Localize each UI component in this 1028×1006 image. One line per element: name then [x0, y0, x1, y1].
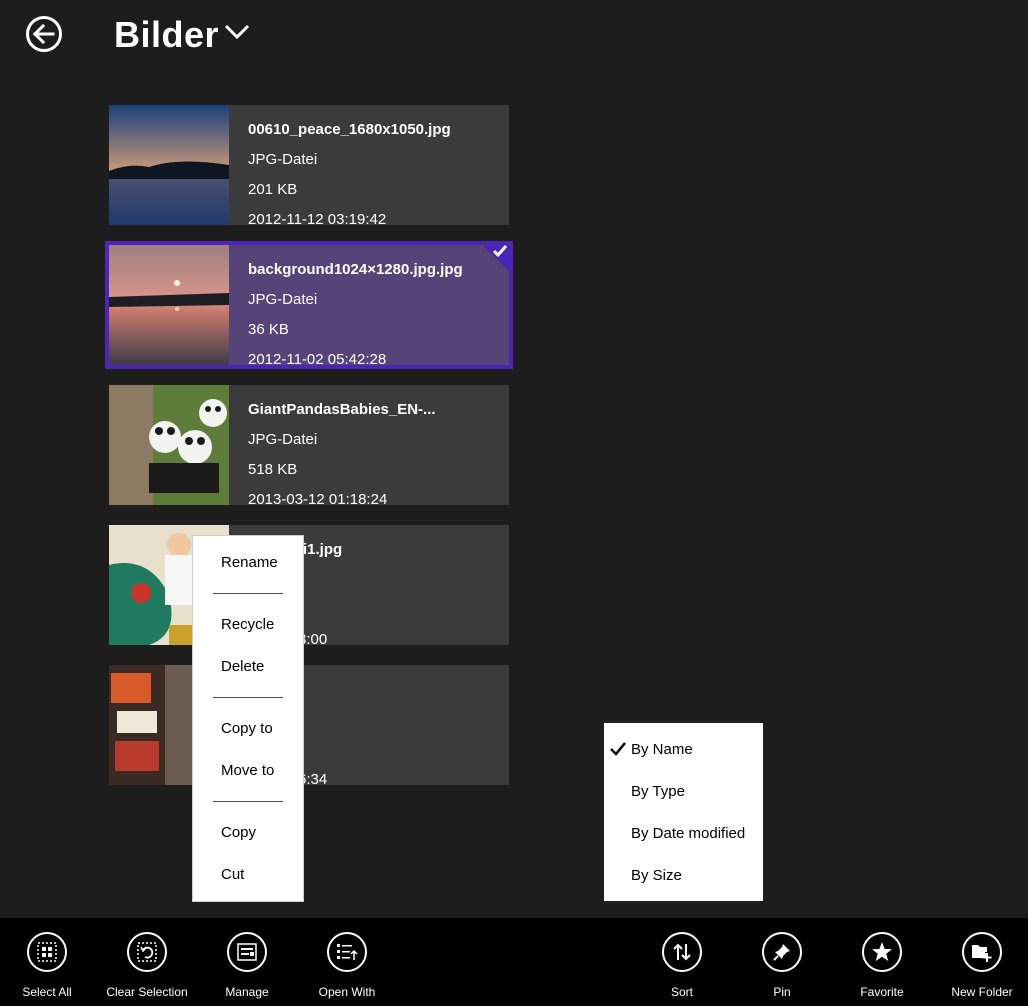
select-all-icon — [37, 942, 57, 962]
file-type: JPG-Datei — [248, 151, 318, 168]
file-size: 36 KB — [248, 321, 289, 338]
checkmark-icon — [610, 742, 626, 756]
page-title: Bilder — [114, 14, 220, 55]
recycle-menu-item[interactable]: Recycle — [221, 616, 274, 633]
file-item[interactable]: ei 17 03:06:34 — [109, 665, 509, 788]
file-date: 2012-11-12 03:19:42 — [248, 211, 387, 228]
file-item[interactable]: GiantPandasBabies_EN-... JPG-Datei 518 K… — [109, 385, 509, 508]
sort-by-size-item[interactable]: By Size — [631, 867, 682, 884]
manage-button[interactable]: Manage — [197, 932, 297, 999]
open-with-button[interactable]: Open With — [297, 932, 397, 999]
cut-menu-item[interactable]: Cut — [221, 866, 244, 883]
select-all-label: Select All — [22, 985, 72, 999]
clear-selection-button[interactable]: Clear Selection — [97, 932, 197, 999]
thumbnail-image — [109, 245, 229, 365]
clear-selection-label: Clear Selection — [106, 985, 188, 999]
file-item[interactable]: 00610_peace_1680x1050.jpg JPG-Datei 201 … — [109, 105, 509, 228]
sort-icon — [673, 943, 691, 961]
sort-label: Sort — [670, 985, 693, 999]
arrow-left-icon — [33, 24, 55, 44]
undo-icon — [137, 942, 157, 962]
new-folder-label: New Folder — [951, 985, 1013, 999]
file-type: JPG-Datei — [248, 431, 318, 448]
pin-button[interactable]: Pin — [732, 932, 832, 999]
star-icon — [872, 942, 892, 961]
thumbnail-image — [109, 385, 229, 505]
move-to-menu-item[interactable]: Move to — [221, 762, 274, 779]
checkmark-icon — [492, 245, 508, 258]
new-folder-button[interactable]: New Folder — [932, 932, 1028, 999]
file-size: 518 KB — [248, 461, 298, 478]
file-item-selected[interactable]: background1024×1280.jpg.jpg JPG-Datei 36… — [105, 241, 513, 369]
back-button[interactable] — [26, 16, 62, 52]
file-name: 00610_peace_1680x1050.jpg — [248, 121, 451, 138]
context-menu: Rename Recycle Delete Copy to Move to Co… — [193, 536, 303, 901]
copy-menu-item[interactable]: Copy — [221, 824, 256, 841]
sort-by-date-item[interactable]: By Date modified — [631, 825, 745, 842]
file-name: GiantPandasBabies_EN-... — [248, 401, 436, 418]
pin-icon — [773, 944, 790, 961]
favorite-button[interactable]: Favorite — [832, 932, 932, 999]
file-date: 2013-03-12 01:18:24 — [248, 491, 388, 508]
open-with-label: Open With — [318, 985, 376, 999]
chevron-down-icon[interactable] — [224, 24, 250, 45]
file-date: 2012-11-02 05:42:28 — [248, 351, 387, 368]
open-with-icon — [337, 944, 358, 960]
sort-by-name-item[interactable]: By Name — [631, 741, 693, 758]
pin-label: Pin — [773, 985, 791, 999]
menu-divider — [213, 593, 283, 594]
thumbnail-image — [109, 105, 229, 225]
delete-menu-item[interactable]: Delete — [221, 658, 264, 675]
manage-icon — [237, 943, 257, 961]
favorite-label: Favorite — [860, 985, 904, 999]
copy-to-menu-item[interactable]: Copy to — [221, 720, 273, 737]
new-folder-icon — [972, 945, 992, 962]
app-bar: Select All Clear Selection Manage Open W… — [0, 918, 1028, 1006]
menu-divider — [213, 801, 283, 802]
sort-button[interactable]: Sort — [632, 932, 732, 999]
file-type: JPG-Datei — [248, 291, 318, 308]
manage-label: Manage — [225, 985, 269, 999]
file-item[interactable]: llo-mutti1.jpg ei 17 02:33:00 — [109, 525, 509, 648]
rename-menu-item[interactable]: Rename — [221, 554, 278, 571]
sort-menu: By Name By Type By Date modified By Size — [604, 723, 763, 901]
file-size: 201 KB — [248, 181, 298, 198]
sort-by-type-item[interactable]: By Type — [631, 783, 685, 800]
menu-divider — [213, 697, 283, 698]
file-name: background1024×1280.jpg.jpg — [248, 261, 463, 278]
select-all-button[interactable]: Select All — [0, 932, 97, 999]
